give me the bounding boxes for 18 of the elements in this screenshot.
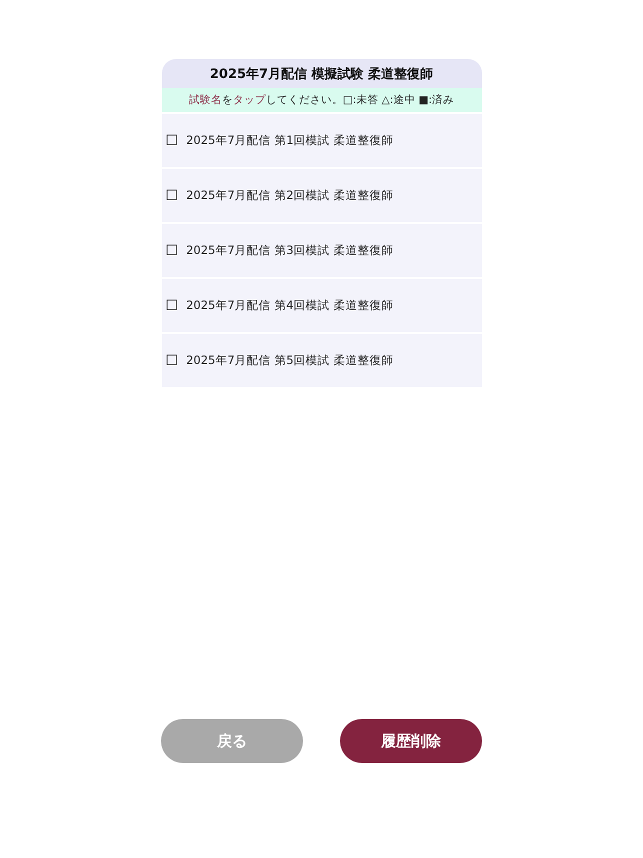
status-mark: ☐ <box>166 352 178 368</box>
instruction-text: 試験名 を タップしてください。□:未答 △:途中 ■:済み <box>162 88 482 112</box>
exam-name: 2025年7月配信 第5回模試 柔道整復師 <box>186 353 394 368</box>
delete-history-button[interactable]: 履歴削除 <box>340 719 482 763</box>
exam-list-item[interactable]: ☐ 2025年7月配信 第2回模試 柔道整復師 <box>162 169 482 222</box>
exam-list-item[interactable]: ☐ 2025年7月配信 第4回模試 柔道整復師 <box>162 279 482 332</box>
exam-name: 2025年7月配信 第4回模試 柔道整復師 <box>186 298 394 313</box>
exam-name: 2025年7月配信 第3回模試 柔道整復師 <box>186 243 394 258</box>
exam-name: 2025年7月配信 第2回模試 柔道整復師 <box>186 188 394 203</box>
exam-list-item[interactable]: ☐ 2025年7月配信 第1回模試 柔道整復師 <box>162 114 482 167</box>
status-mark: ☐ <box>166 298 178 314</box>
status-mark: ☐ <box>166 242 178 258</box>
status-mark: ☐ <box>166 132 178 148</box>
status-mark: ☐ <box>166 188 178 204</box>
exam-set-title: 2025年7月配信 模擬試験 柔道整復師 <box>162 59 482 88</box>
exam-list-item[interactable]: ☐ 2025年7月配信 第5回模試 柔道整復師 <box>162 334 482 387</box>
exam-list-item[interactable]: ☐ 2025年7月配信 第3回模試 柔道整復師 <box>162 224 482 277</box>
exam-name: 2025年7月配信 第1回模試 柔道整復師 <box>186 133 394 148</box>
